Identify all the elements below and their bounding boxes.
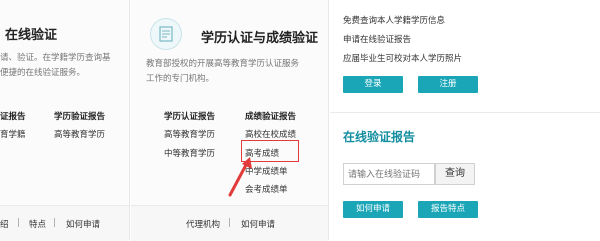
left-footer-how-apply-link[interactable]: 如何申请 xyxy=(66,218,100,230)
free-query-link[interactable]: 免费查询本人学籍学历信息 xyxy=(343,14,445,26)
online-report-title: 在线验证报告 xyxy=(343,130,416,144)
search-button[interactable]: 查询 xyxy=(435,163,475,185)
left-footer-intro-link[interactable]: 绍 xyxy=(0,218,9,230)
certificate-icon xyxy=(150,18,182,50)
left-footer-features-link[interactable]: 特点 xyxy=(29,218,46,230)
photo-check-link[interactable]: 应届毕业生可校对本人学历照片 xyxy=(343,52,462,64)
online-verify-desc-line2: 便捷的在线验证服务。 xyxy=(0,68,86,78)
middle-footer: 代理机构 | 如何申请 xyxy=(131,205,328,241)
how-apply-button[interactable]: 如何申请 xyxy=(343,201,403,218)
score-report-heading[interactable]: 成绩验证报告 xyxy=(245,110,296,122)
login-button[interactable]: 登录 xyxy=(343,76,403,93)
degree-cert-title: 学历认证与成绩验证 xyxy=(201,31,319,46)
enrollment-link[interactable]: 育学籍 xyxy=(0,128,26,140)
right-divider xyxy=(330,112,600,113)
degree-cert-report-heading[interactable]: 学历认证报告 xyxy=(164,110,215,122)
middle-footer-how-apply-link[interactable]: 如何申请 xyxy=(241,218,275,230)
left-footer: 绍 | 特点 | 如何申请 xyxy=(0,205,129,241)
apply-report-link[interactable]: 申请在线验证报告 xyxy=(343,33,411,45)
agency-link[interactable]: 代理机构 xyxy=(186,218,220,230)
report-features-button[interactable]: 报告特点 xyxy=(418,201,478,218)
middle-footer-sep: | xyxy=(228,218,231,228)
annotation-arrow-icon xyxy=(228,157,252,197)
higher-edu-degree-link[interactable]: 高等教育学历 xyxy=(54,128,105,140)
degree-report-heading[interactable]: 学历验证报告 xyxy=(54,110,105,122)
verify-code-input[interactable] xyxy=(343,163,435,185)
left-footer-sep2: | xyxy=(53,218,56,228)
enrollment-report-heading[interactable]: 证报告 xyxy=(0,110,26,122)
register-button[interactable]: 注册 xyxy=(418,76,478,93)
left-panel: 在线验证 请、验证。在学籍学历查询基 便捷的在线验证服务。 证报告 育学籍 学历… xyxy=(0,0,130,241)
middle-panel: 学历认证与成绩验证 教育部授权的开展高等教育学历认证服务 工作的专门机构。 学历… xyxy=(131,0,329,241)
secondary-edu-cert-link[interactable]: 中等教育学历 xyxy=(164,147,215,159)
online-verify-title: 在线验证 xyxy=(5,28,58,43)
left-footer-sep1: | xyxy=(17,218,20,228)
online-verify-desc-line1: 请、验证。在学籍学历查询基 xyxy=(0,53,111,63)
degree-cert-desc-line2: 工作的专门机构。 xyxy=(146,74,215,84)
college-score-link[interactable]: 高校在校成绩 xyxy=(245,128,296,140)
higher-edu-cert-link[interactable]: 高等教育学历 xyxy=(164,128,215,140)
degree-cert-desc-line1: 教育部授权的开展高等教育学历认证服务 xyxy=(146,59,300,69)
